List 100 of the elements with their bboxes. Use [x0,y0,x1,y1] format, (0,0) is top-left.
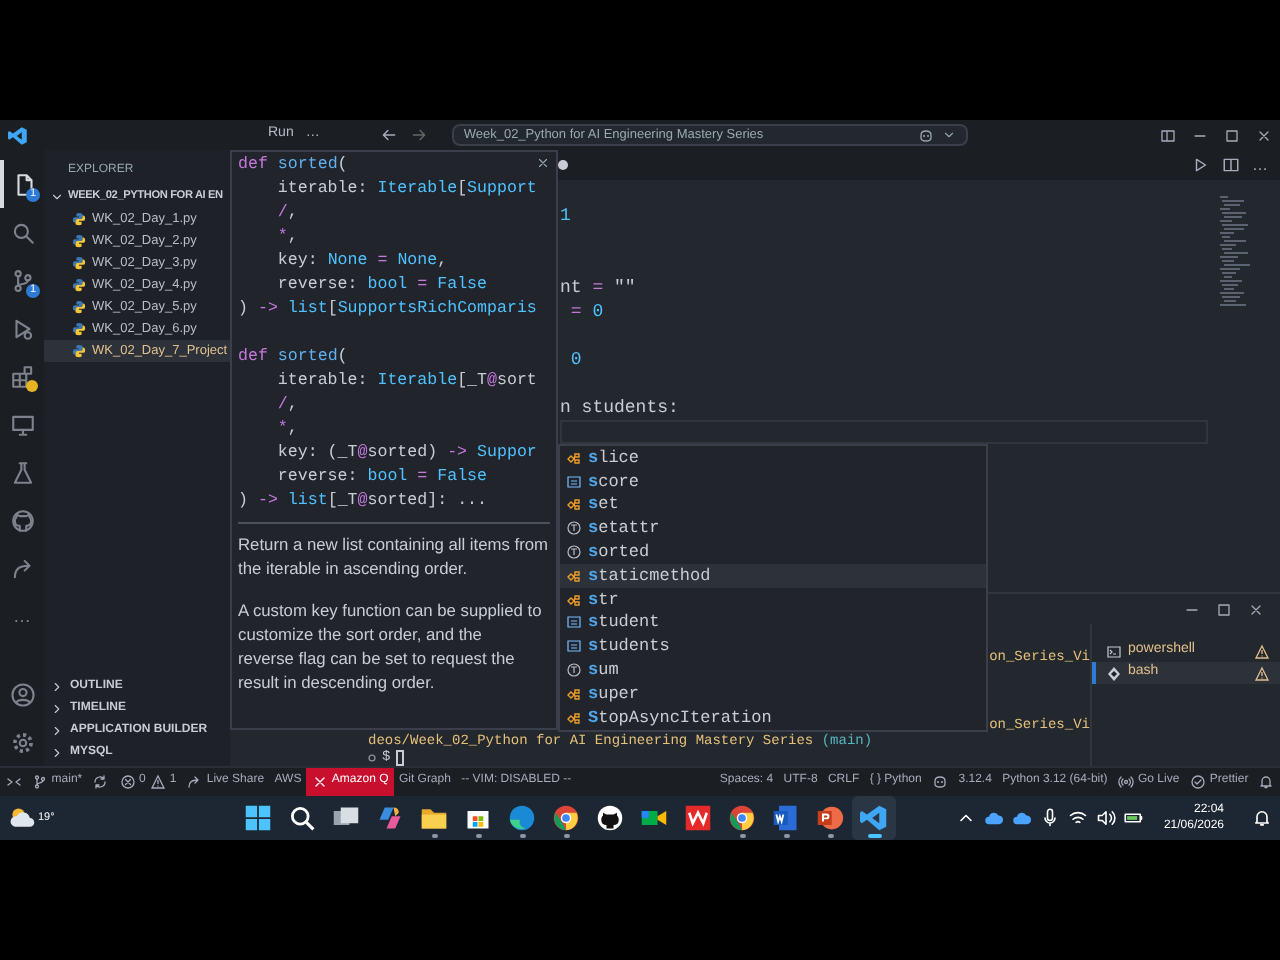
variable-symbol-icon [566,614,582,631]
cloud-icon[interactable] [1011,808,1032,828]
class-symbol-icon [566,496,582,513]
layout-icon[interactable] [1160,127,1176,143]
signature-line: reverse: bool = False [275,466,490,490]
branch-icon [31,774,48,790]
close-icon[interactable] [1248,601,1264,617]
python-file-icon [72,344,86,358]
suggestion-item[interactable]: sum [560,658,986,682]
play-bug-icon [9,315,35,341]
python-file-icon [72,300,86,314]
variable-symbol-icon [566,473,582,490]
suggestion-item[interactable]: staticmethod [560,563,986,588]
code-line: n students: [560,396,681,420]
notification-bell-icon[interactable] [1252,808,1272,828]
class-symbol-icon [566,685,582,702]
share-arrow-icon [186,774,203,790]
class-symbol-icon [566,709,582,726]
close-icon [311,774,328,790]
signature-line: iterable: Iterable[_T@sort [275,370,532,394]
edge-icon [508,804,536,832]
python-file-icon [72,256,86,270]
suggestion-item[interactable]: super [560,681,986,706]
forward-arrow-icon[interactable] [409,126,428,144]
more-button[interactable]: … [1252,155,1268,175]
sync-icon [92,774,109,790]
files-icon [11,171,37,197]
maximize-icon[interactable] [1216,601,1232,617]
github-icon [596,804,624,832]
split-editor-icon[interactable] [1222,156,1240,174]
function-symbol-icon [566,520,582,537]
command-marker-icon [368,754,376,762]
signature-line: key: (_T@sorted) -> Suppor [275,442,532,466]
copilot-icon [932,774,949,790]
folder-icon [420,804,448,832]
suggestion-item[interactable]: students [560,634,986,659]
python-file-icon [72,234,86,248]
wifi-icon[interactable] [1067,808,1088,828]
copilot-icon[interactable] [917,127,934,143]
search-icon [9,219,35,245]
back-arrow-icon[interactable] [379,126,398,144]
suggestion-item[interactable]: StopAsyncIteration [560,705,986,730]
suggestion-item[interactable]: sorted [560,540,986,564]
bell-icon [1258,774,1275,790]
python-file-icon [72,212,86,226]
angle-brackets-icon [5,774,22,790]
warning-icon [149,774,166,790]
code-line: 0 [568,348,584,372]
doc-text: Return a new list containing all items from the iterable in ascending order. [238,532,550,580]
suggestion-item[interactable]: str [560,587,986,612]
microphone-icon[interactable] [1039,808,1060,828]
copilot-icon [376,804,404,832]
signature-line: *, [275,418,300,442]
search-icon [288,804,316,832]
signature-line: /, [275,202,300,226]
code-line: nt = "" [560,276,638,300]
diamond-icon [1106,665,1122,681]
variable-symbol-icon [566,638,582,655]
close-icon[interactable] [1256,127,1272,143]
signature-line: *, [275,226,300,250]
account-icon [9,681,35,707]
broadcast-icon [1118,774,1134,790]
signature-line: key: None = None, [275,250,450,274]
cat-face-icon [9,507,35,533]
monitor-icon [9,411,35,437]
suggestion-item[interactable]: setattr [560,516,986,541]
python-file-icon [72,278,86,292]
signature-line: ) -> list[_T@sorted]: ... [238,490,490,514]
terminal-icon [1106,643,1122,659]
maximize-icon[interactable] [1224,127,1240,143]
class-symbol-icon [566,449,582,466]
function-symbol-icon [566,544,582,561]
suggestion-item[interactable]: set [560,493,986,517]
run-icon[interactable] [1192,156,1210,174]
signature-line: ) -> list[SupportsRichComparis [238,298,532,322]
function-symbol-icon [566,662,582,679]
flask-icon [9,459,35,485]
branch-icon [9,267,35,293]
battery-icon[interactable] [1123,808,1144,828]
share-arrow-icon [9,555,35,581]
cloud-icon[interactable] [983,808,1004,828]
chevron-icon [50,190,64,204]
speaker-icon[interactable] [1095,808,1116,828]
check-circle-icon [1189,774,1206,790]
suggestion-item[interactable]: score [560,469,986,494]
sun-cloud-icon[interactable] [8,804,36,832]
caret-icon[interactable] [941,128,956,142]
blocks-icon [9,363,35,389]
signature-line: reverse: bool = False [275,274,490,298]
close-icon[interactable] [536,156,550,170]
taskbar-button[interactable] [852,796,896,840]
signature-line: def sorted( [238,154,350,178]
chrome-icon [552,804,580,832]
wps-icon [684,804,712,832]
class-symbol-icon [566,591,582,608]
suggestion-item[interactable]: student [560,611,986,635]
class-symbol-icon [566,567,582,584]
more-button[interactable]: … [0,592,44,640]
powerpoint-icon [816,804,844,832]
suggestion-item[interactable]: slice [560,446,986,470]
